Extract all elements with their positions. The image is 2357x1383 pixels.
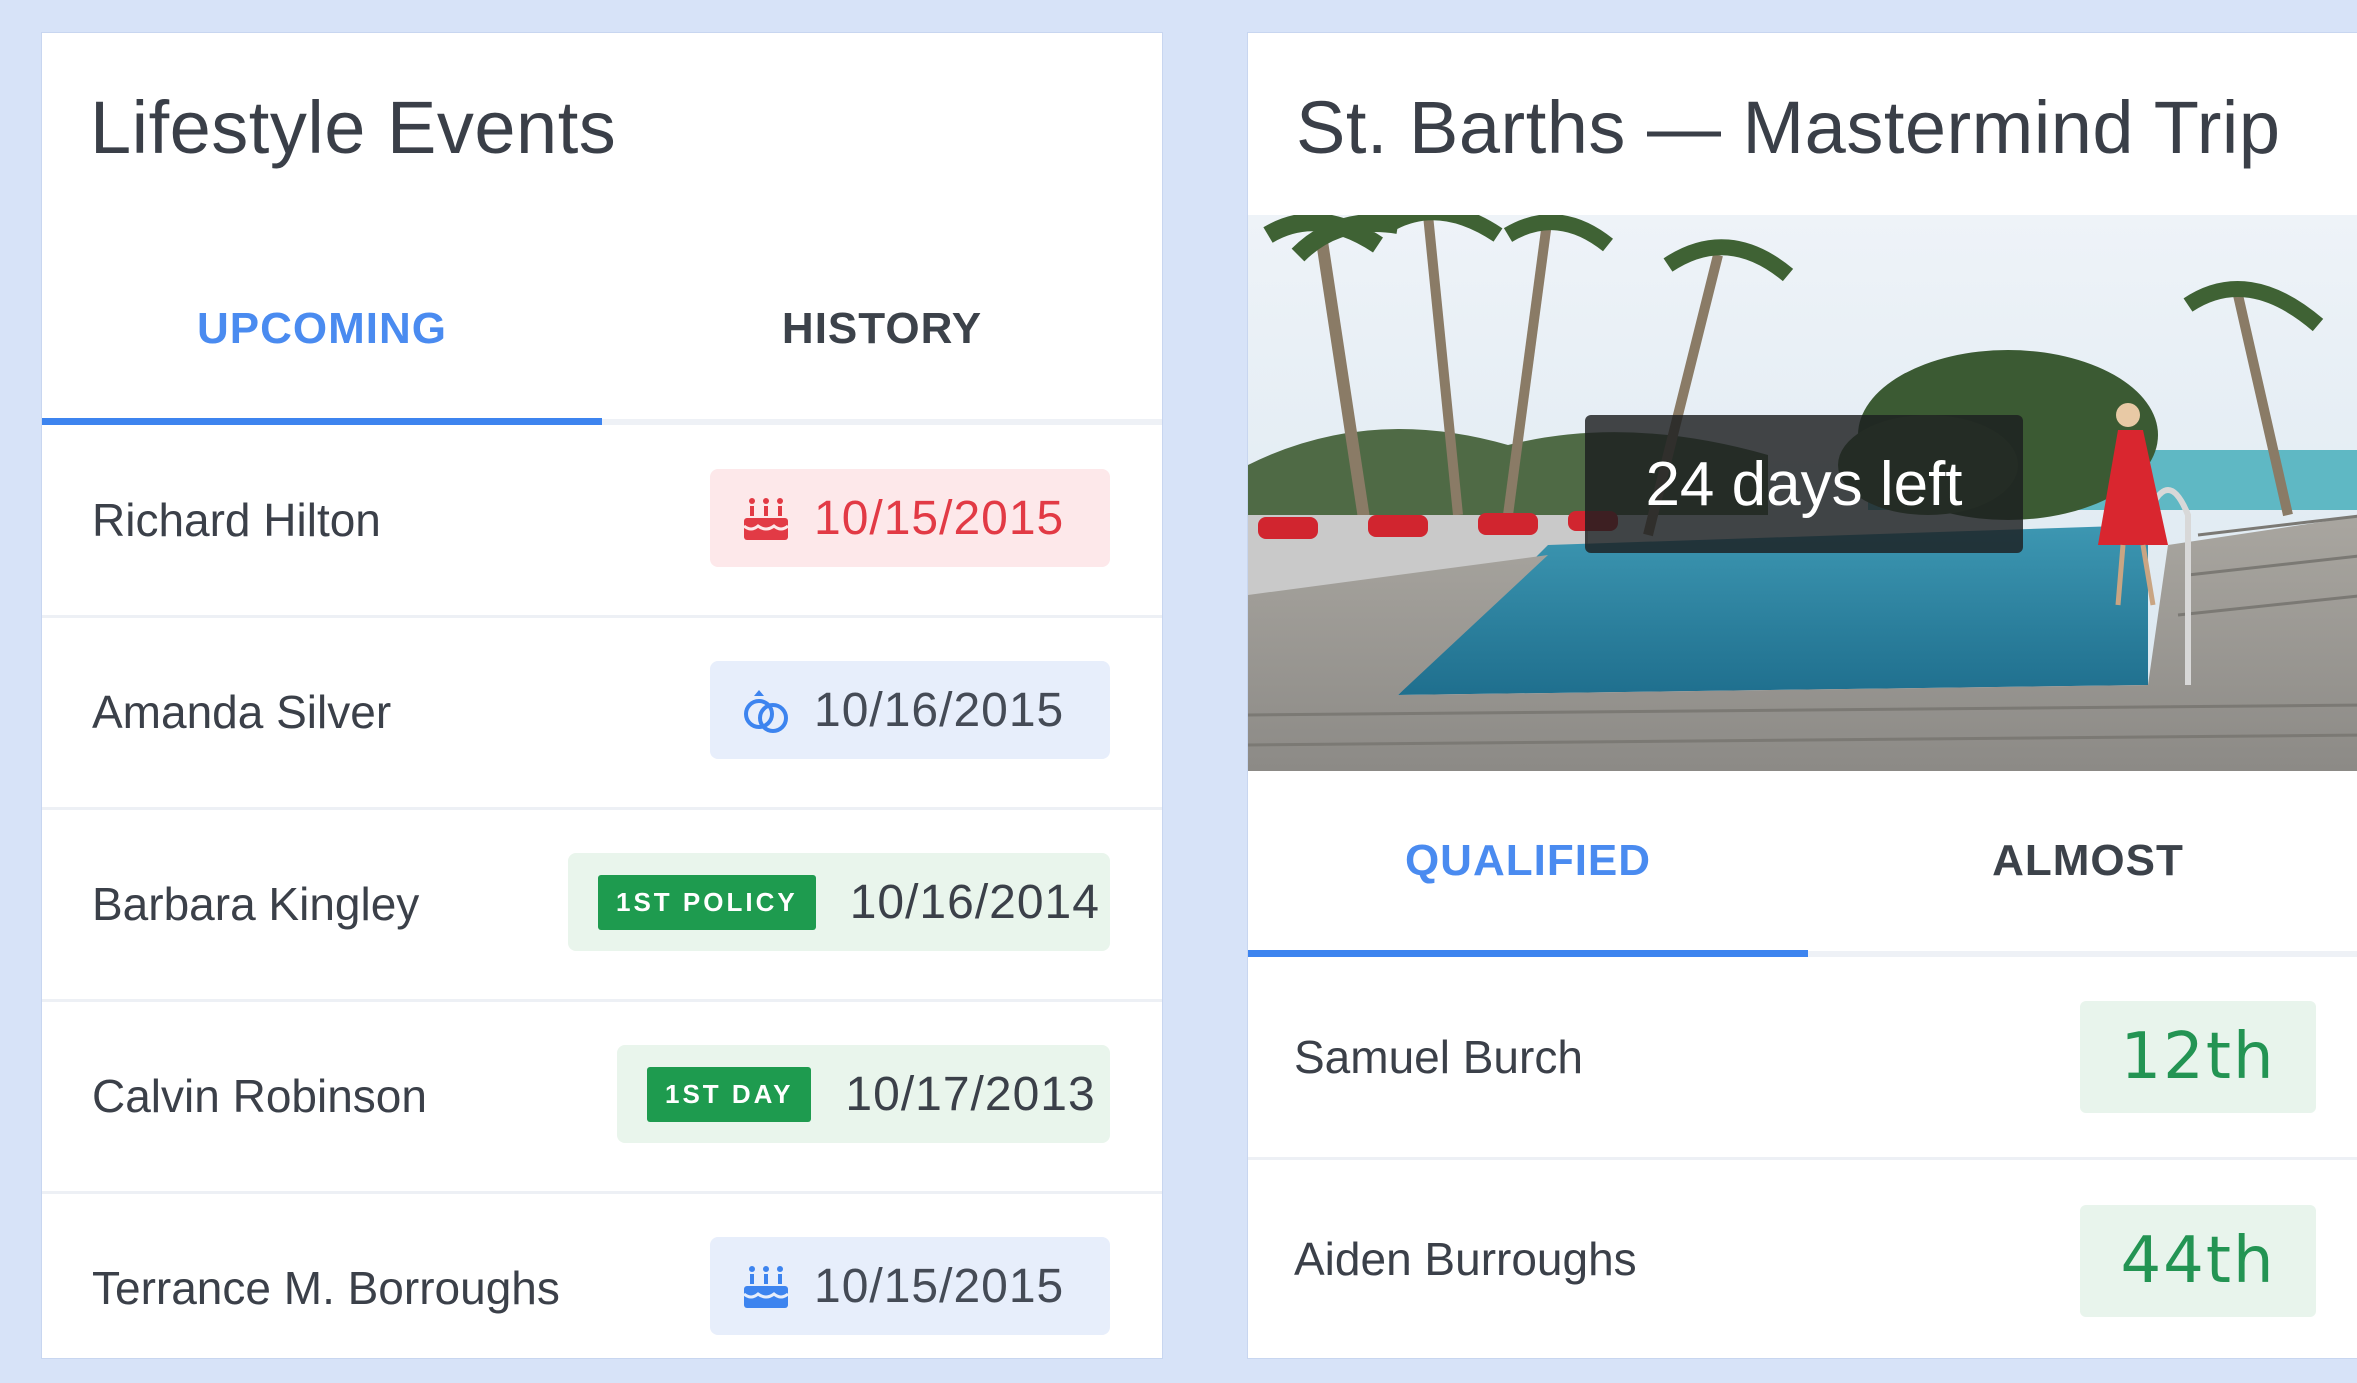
tab-history[interactable]: HISTORY	[602, 239, 1162, 419]
countdown-overlay: 24 days left	[1585, 415, 2023, 553]
card-title: St. Barths — Mastermind Trip	[1296, 86, 2281, 169]
event-row[interactable]: Amanda Silver 10/16/2015	[42, 617, 1162, 810]
card-title: Lifestyle Events	[90, 86, 617, 169]
ranking-row[interactable]: Samuel Burch 12th	[1248, 957, 2357, 1160]
tab-active-indicator	[42, 418, 602, 425]
trip-hero-image: 24 days left	[1248, 215, 2357, 771]
event-row[interactable]: Terrance M. Borroughs 10/15/2015	[42, 1193, 1162, 1383]
event-person-name: Calvin Robinson	[92, 1070, 427, 1122]
event-person-name: Barbara Kingley	[92, 878, 420, 930]
trip-card: St. Barths — Mastermind Trip 24 days lef…	[1248, 33, 2357, 1358]
event-date: 10/17/2013	[845, 1067, 1096, 1121]
event-date-badge[interactable]: 10/15/2015	[710, 1237, 1110, 1335]
tab-upcoming[interactable]: UPCOMING	[42, 239, 602, 419]
first-day-tag: 1ST DAY	[647, 1066, 812, 1122]
event-date-badge[interactable]: 1ST DAY 10/17/2013	[617, 1045, 1110, 1143]
event-date: 10/15/2015	[814, 1259, 1065, 1313]
event-row[interactable]: Richard Hilton 10/15/2015	[42, 425, 1162, 618]
event-date-badge[interactable]: 10/15/2015	[710, 469, 1110, 567]
ranking-row[interactable]: Aiden Burroughs 44th	[1248, 1159, 2357, 1359]
agent-name: Aiden Burroughs	[1294, 1233, 1637, 1285]
event-date-badge[interactable]: 1ST POLICY 10/16/2014	[568, 853, 1110, 951]
rank-badge: 44th	[2080, 1205, 2316, 1317]
birthday-cake-icon	[743, 498, 789, 540]
event-row[interactable]: Barbara Kingley 1ST POLICY 10/16/2014	[42, 809, 1162, 1002]
rank-badge: 12th	[2080, 1001, 2316, 1113]
lifestyle-events-card: Lifestyle Events UPCOMING HISTORY Richar…	[42, 33, 1162, 1358]
event-row[interactable]: Calvin Robinson 1ST DAY 10/17/2013	[42, 1001, 1162, 1194]
event-date: 10/16/2015	[814, 683, 1065, 737]
tab-almost[interactable]: ALMOST	[1808, 771, 2357, 951]
event-person-name: Terrance M. Borroughs	[92, 1262, 560, 1314]
lifestyle-tabs: UPCOMING HISTORY	[42, 239, 1162, 425]
event-person-name: Amanda Silver	[92, 686, 392, 738]
trip-tabs: QUALIFIED ALMOST	[1248, 771, 2357, 957]
first-policy-tag: 1ST POLICY	[598, 874, 816, 930]
tab-qualified[interactable]: QUALIFIED	[1248, 771, 1808, 951]
event-date: 10/16/2014	[849, 875, 1100, 929]
tab-active-indicator	[1248, 950, 1808, 957]
agent-name: Samuel Burch	[1294, 1031, 1583, 1083]
event-date-badge[interactable]: 10/16/2015	[710, 661, 1110, 759]
event-date: 10/15/2015	[814, 491, 1065, 545]
birthday-cake-icon	[743, 1266, 789, 1308]
event-person-name: Richard Hilton	[92, 494, 381, 546]
wedding-rings-icon	[744, 690, 788, 733]
